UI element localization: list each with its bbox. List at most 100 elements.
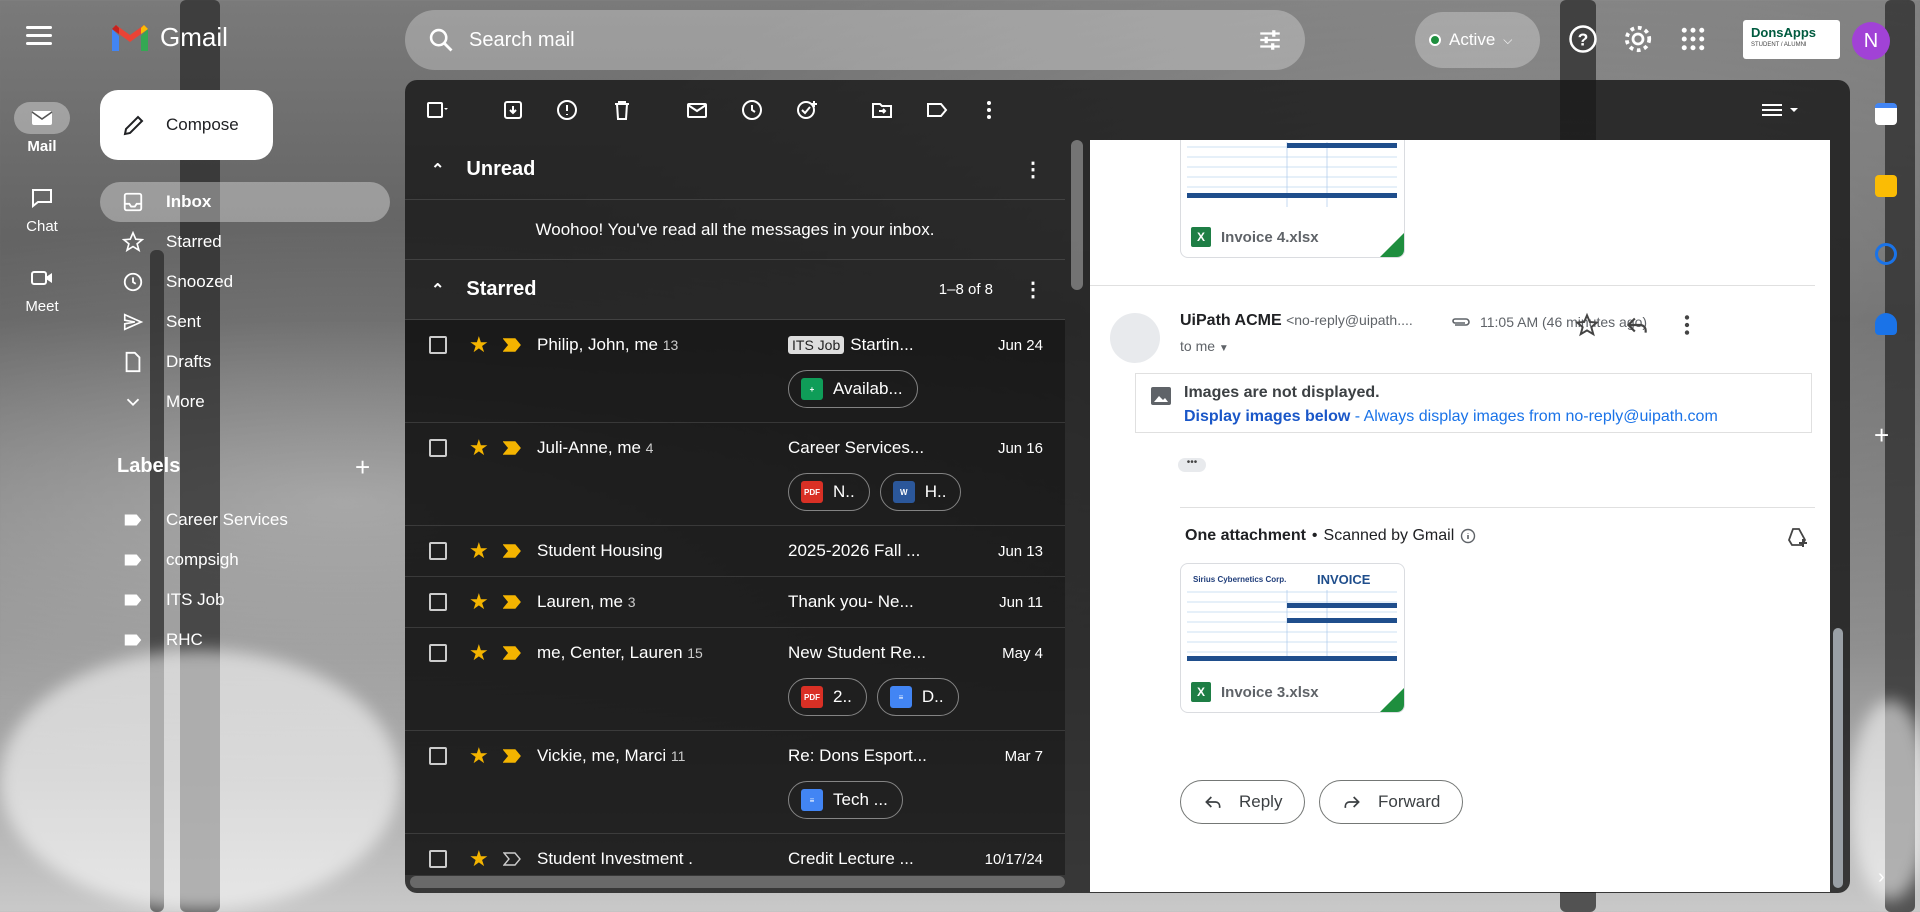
search-icon[interactable] bbox=[427, 26, 455, 54]
compose-button[interactable]: Compose bbox=[100, 90, 273, 160]
rail-meet[interactable]: Meet bbox=[12, 262, 72, 315]
row-checkbox[interactable] bbox=[429, 747, 447, 765]
info-icon[interactable] bbox=[1460, 528, 1476, 544]
rail-mail[interactable]: Mail bbox=[12, 102, 72, 155]
forward-button[interactable]: Forward bbox=[1319, 780, 1464, 824]
table-row[interactable]: ★ Juli-Anne, me 4 Career Services... Jun 16… bbox=[405, 423, 1065, 526]
importance-marker-icon[interactable] bbox=[502, 338, 521, 352]
starred-star-icon[interactable]: ★ bbox=[469, 846, 489, 872]
sender-line[interactable]: UiPath ACME <no-reply@uipath.... bbox=[1180, 312, 1413, 330]
label-item[interactable]: ITS Job bbox=[100, 580, 390, 620]
attachment-chip[interactable]: PDF N.. bbox=[788, 473, 870, 511]
nav-item-inbox[interactable]: Inbox bbox=[100, 182, 390, 222]
settings-gear-icon[interactable] bbox=[1623, 24, 1653, 54]
starred-star-icon[interactable]: ★ bbox=[469, 332, 489, 358]
attachment-chip[interactable]: ≡ Tech ... bbox=[788, 781, 903, 819]
always-display-link[interactable]: - Always display images from no-reply@ui… bbox=[1350, 408, 1718, 425]
importance-marker-icon[interactable] bbox=[502, 646, 521, 660]
section-options-icon[interactable]: ⋮ bbox=[1023, 157, 1043, 182]
attachment-chip[interactable]: + Availab... bbox=[788, 370, 918, 408]
attachment-chip[interactable]: PDF 2.. bbox=[788, 678, 867, 716]
nav-item-sent[interactable]: Sent bbox=[100, 302, 390, 342]
section-unread[interactable]: ⌃ Unread ⋮ bbox=[405, 140, 1065, 200]
more-options-icon[interactable] bbox=[977, 98, 1001, 122]
row-checkbox[interactable] bbox=[429, 336, 447, 354]
row-checkbox[interactable] bbox=[429, 644, 447, 662]
attachment-chip[interactable]: W H.. bbox=[879, 473, 962, 511]
row-checkbox[interactable] bbox=[429, 593, 447, 611]
status-selector[interactable]: Active ⌵ bbox=[1415, 12, 1540, 68]
snooze-icon[interactable] bbox=[740, 98, 764, 122]
starred-star-icon[interactable]: ★ bbox=[469, 640, 489, 666]
section-options-icon[interactable]: ⋮ bbox=[1023, 277, 1043, 302]
starred-star-icon[interactable]: ★ bbox=[469, 435, 489, 461]
calendar-icon[interactable] bbox=[1875, 103, 1897, 125]
label-item[interactable]: compsigh bbox=[100, 540, 390, 580]
main-menu-icon[interactable] bbox=[26, 26, 52, 46]
nav-item-more[interactable]: More bbox=[100, 382, 390, 422]
importance-marker-icon[interactable] bbox=[502, 441, 521, 455]
attachment-thumbnail-top[interactable]: X Invoice 4.xlsx bbox=[1180, 140, 1405, 258]
gmail-logo[interactable]: Gmail bbox=[110, 22, 228, 53]
nav-item-drafts[interactable]: Drafts bbox=[100, 342, 390, 382]
reply-icon[interactable] bbox=[1624, 312, 1650, 338]
star-message-icon[interactable] bbox=[1574, 312, 1600, 338]
delete-icon[interactable] bbox=[610, 98, 634, 122]
table-row[interactable]: ★ Lauren, me 3 Thank you- Ne... Jun 11 bbox=[405, 577, 1065, 628]
row-checkbox[interactable] bbox=[429, 850, 447, 868]
table-row[interactable]: ★ Student Investment . Credit Lecture ...… bbox=[405, 834, 1065, 875]
density-toggle-icon[interactable] bbox=[1760, 98, 1802, 122]
table-row[interactable]: ★ me, Center, Lauren 15 New Student Re... M… bbox=[405, 628, 1065, 731]
table-row[interactable]: ★ Philip, John, me 13 ITS Job Startin... Jun… bbox=[405, 320, 1065, 423]
show-trimmed-content-button[interactable]: ••• bbox=[1178, 458, 1206, 472]
recipient-line[interactable]: to me ▼ bbox=[1180, 338, 1229, 354]
row-checkbox[interactable] bbox=[429, 439, 447, 457]
list-horizontal-scrollbar[interactable] bbox=[410, 876, 1065, 888]
report-spam-icon[interactable] bbox=[555, 98, 579, 122]
starred-star-icon[interactable]: ★ bbox=[469, 589, 489, 615]
reader-scrollbar[interactable] bbox=[1833, 628, 1843, 888]
importance-marker-icon[interactable] bbox=[502, 852, 521, 866]
section-starred[interactable]: ⌃ Starred 1–8 of 8 ⋮ bbox=[405, 260, 1065, 320]
chevron-right-icon[interactable]: › bbox=[1878, 866, 1885, 889]
nav-item-snoozed[interactable]: Snoozed bbox=[100, 262, 390, 302]
search-input[interactable] bbox=[469, 28, 1257, 52]
chevron-up-icon[interactable]: ⌃ bbox=[431, 280, 444, 300]
attachment-thumbnail[interactable]: Sirius Cybernetics Corp. INVOICE X Invoic… bbox=[1180, 563, 1405, 713]
search-bar[interactable] bbox=[405, 10, 1305, 70]
importance-marker-icon[interactable] bbox=[502, 749, 521, 763]
attachment-chip[interactable]: ≡ D.. bbox=[876, 678, 959, 716]
help-icon[interactable]: ? bbox=[1568, 24, 1598, 54]
apps-grid-icon[interactable] bbox=[1678, 24, 1708, 54]
archive-icon[interactable] bbox=[501, 98, 525, 122]
importance-marker-icon[interactable] bbox=[502, 544, 521, 558]
contacts-icon[interactable] bbox=[1875, 313, 1897, 335]
starred-star-icon[interactable]: ★ bbox=[469, 538, 489, 564]
account-avatar[interactable]: N bbox=[1852, 22, 1890, 60]
move-to-icon[interactable] bbox=[870, 98, 894, 122]
importance-marker-icon[interactable] bbox=[502, 595, 521, 609]
table-row[interactable]: ★ Student Housing 2025-2026 Fall ... Jun 1… bbox=[405, 526, 1065, 577]
label-as-icon[interactable] bbox=[925, 98, 949, 122]
nav-item-starred[interactable]: Starred bbox=[100, 222, 390, 262]
add-task-icon[interactable] bbox=[795, 98, 819, 122]
reply-button[interactable]: Reply bbox=[1180, 780, 1306, 824]
list-scrollbar[interactable] bbox=[1071, 140, 1083, 290]
rail-chat[interactable]: Chat bbox=[12, 182, 72, 235]
add-to-drive-icon[interactable] bbox=[1785, 525, 1809, 549]
tasks-icon[interactable] bbox=[1875, 243, 1897, 265]
keep-icon[interactable] bbox=[1875, 175, 1897, 197]
row-checkbox[interactable] bbox=[429, 542, 447, 560]
label-item[interactable]: Career Services bbox=[100, 500, 390, 540]
add-label-button[interactable]: + bbox=[355, 452, 370, 483]
select-all-checkbox[interactable] bbox=[425, 98, 449, 122]
label-item[interactable]: RHC bbox=[100, 620, 390, 660]
search-options-icon[interactable] bbox=[1257, 27, 1283, 53]
starred-star-icon[interactable]: ★ bbox=[469, 743, 489, 769]
message-options-icon[interactable] bbox=[1674, 312, 1700, 338]
get-addons-icon[interactable]: + bbox=[1874, 420, 1889, 451]
donsapps-logo[interactable]: DonsApps STUDENT / ALUMNI bbox=[1743, 20, 1840, 59]
display-images-link[interactable]: Display images below bbox=[1184, 408, 1350, 425]
chevron-up-icon[interactable]: ⌃ bbox=[431, 160, 444, 180]
table-row[interactable]: ★ Vickie, me, Marci 11 Re: Dons Esport... M… bbox=[405, 731, 1065, 834]
